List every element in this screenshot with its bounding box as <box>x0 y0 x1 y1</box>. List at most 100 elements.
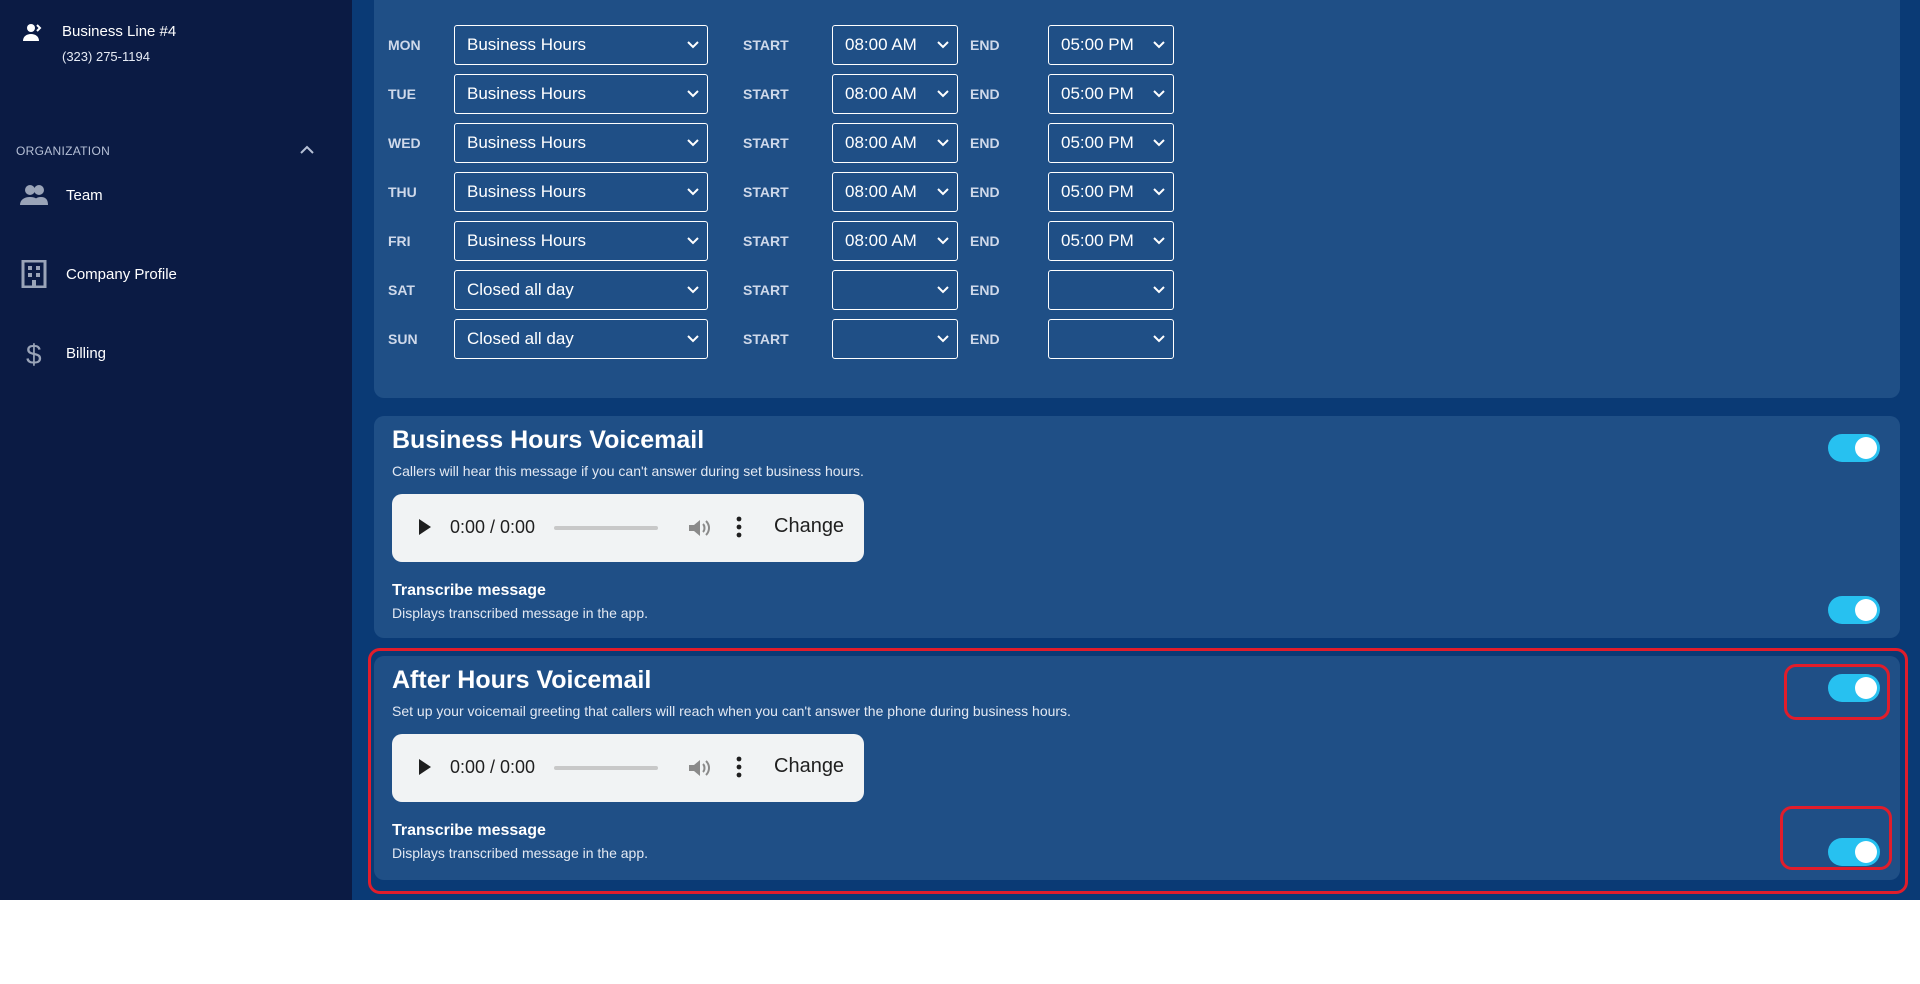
schedule-row: FRI Business Hours START 08:00 AM END 05:00 P… <box>374 221 1900 261</box>
toggle-knob <box>1855 599 1877 621</box>
organization-section-header[interactable]: ORGANIZATION <box>16 142 316 162</box>
team-icon <box>20 185 48 205</box>
business-transcribe-toggle[interactable] <box>1828 596 1880 624</box>
hours-type-select-wed[interactable]: Business Hours <box>454 123 708 163</box>
select-value: Closed all day <box>467 280 574 299</box>
toggle-knob <box>1855 437 1877 459</box>
start-label: START <box>743 233 789 249</box>
start-time-select-wed[interactable]: 08:00 AM <box>832 123 958 163</box>
chevron-down-icon <box>687 188 699 196</box>
sidebar-item-company-profile[interactable]: Company Profile <box>20 256 330 296</box>
chevron-down-icon <box>937 188 949 196</box>
start-time-select-fri[interactable]: 08:00 AM <box>832 221 958 261</box>
schedule-row: SUN Closed all day START END <box>374 319 1900 359</box>
chevron-down-icon <box>937 41 949 49</box>
select-value: 05:00 PM <box>1061 133 1134 152</box>
more-options-icon[interactable] <box>736 516 742 538</box>
chevron-down-icon <box>937 335 949 343</box>
select-value: 05:00 PM <box>1061 84 1134 103</box>
player-progress-bar[interactable] <box>554 526 658 530</box>
organization-label: ORGANIZATION <box>16 144 111 158</box>
player-time: 0:00 / 0:00 <box>450 517 536 537</box>
user-switch-icon <box>23 24 42 41</box>
start-time-select-sun[interactable] <box>832 319 958 359</box>
play-icon[interactable] <box>418 518 432 536</box>
card-subtitle: Callers will hear this message if you ca… <box>392 463 864 479</box>
select-value: 08:00 AM <box>845 35 917 54</box>
end-time-select-mon[interactable]: 05:00 PM <box>1048 25 1174 65</box>
start-time-select-sat[interactable] <box>832 270 958 310</box>
start-label: START <box>743 135 789 151</box>
day-label: MON <box>388 37 421 53</box>
select-value: 05:00 PM <box>1061 182 1134 201</box>
start-label: START <box>743 282 789 298</box>
select-value: Business Hours <box>467 84 587 103</box>
end-label: END <box>970 282 1000 298</box>
hours-type-select-sat[interactable]: Closed all day <box>454 270 708 310</box>
schedule-row: WED Business Hours START 08:00 AM END 05:00 P… <box>374 123 1900 163</box>
building-icon <box>21 260 47 288</box>
day-label: FRI <box>388 233 411 249</box>
select-value: Business Hours <box>467 182 587 201</box>
schedule-row: THU Business Hours START 08:00 AM END 05:00 P… <box>374 172 1900 212</box>
select-value: Business Hours <box>467 133 587 152</box>
chevron-down-icon <box>687 286 699 294</box>
chevron-down-icon <box>687 237 699 245</box>
start-time-select-mon[interactable]: 08:00 AM <box>832 25 958 65</box>
start-label: START <box>743 184 789 200</box>
select-value: 08:00 AM <box>845 84 917 103</box>
chevron-down-icon <box>937 139 949 147</box>
day-label: TUE <box>388 86 416 102</box>
end-label: END <box>970 331 1000 347</box>
chevron-down-icon <box>687 41 699 49</box>
chevron-down-icon <box>937 90 949 98</box>
dollar-icon: $ <box>26 339 42 367</box>
highlight-transcribe-toggle <box>1780 806 1892 870</box>
start-label: START <box>743 331 789 347</box>
hours-type-select-thu[interactable]: Business Hours <box>454 172 708 212</box>
sidebar: Business Line #4 (323) 275-1194 ORGANIZA… <box>0 0 352 900</box>
change-greeting-button[interactable]: Change <box>774 515 844 538</box>
select-value: 08:00 AM <box>845 133 917 152</box>
select-value: 08:00 AM <box>845 231 917 250</box>
day-label: WED <box>388 135 421 151</box>
sidebar-item-label: Billing <box>66 345 107 362</box>
select-value: 08:00 AM <box>845 182 917 201</box>
start-time-select-thu[interactable]: 08:00 AM <box>832 172 958 212</box>
chevron-down-icon <box>1153 335 1165 343</box>
hours-type-select-sun[interactable]: Closed all day <box>454 319 708 359</box>
sidebar-item-billing[interactable]: $ Billing <box>20 335 330 375</box>
svg-text:$: $ <box>26 339 42 367</box>
end-time-select-sat[interactable] <box>1048 270 1174 310</box>
transcribe-subtitle: Displays transcribed message in the app. <box>392 605 649 621</box>
sidebar-item-team[interactable]: Team <box>20 177 330 217</box>
schedule-row: TUE Business Hours START 08:00 AM END 05:00 P… <box>374 74 1900 114</box>
hours-type-select-mon[interactable]: Business Hours <box>454 25 708 65</box>
end-time-select-wed[interactable]: 05:00 PM <box>1048 123 1174 163</box>
chevron-up-icon <box>300 145 314 154</box>
select-value: Business Hours <box>467 231 587 250</box>
end-time-select-thu[interactable]: 05:00 PM <box>1048 172 1174 212</box>
highlight-voicemail-toggle <box>1784 664 1890 720</box>
start-label: START <box>743 37 789 53</box>
line-number: (323) 275-1194 <box>62 49 150 64</box>
end-time-select-sun[interactable] <box>1048 319 1174 359</box>
start-time-select-tue[interactable]: 08:00 AM <box>832 74 958 114</box>
end-time-select-tue[interactable]: 05:00 PM <box>1048 74 1174 114</box>
end-label: END <box>970 37 1000 53</box>
end-label: END <box>970 233 1000 249</box>
hours-type-select-tue[interactable]: Business Hours <box>454 74 708 114</box>
chevron-down-icon <box>687 139 699 147</box>
chevron-down-icon <box>1153 237 1165 245</box>
start-label: START <box>743 86 789 102</box>
day-label: SUN <box>388 331 418 347</box>
business-voicemail-toggle[interactable] <box>1828 434 1880 462</box>
volume-icon[interactable] <box>688 518 710 538</box>
highlight-after-hours-section <box>368 648 1908 894</box>
end-time-select-fri[interactable]: 05:00 PM <box>1048 221 1174 261</box>
hours-type-select-fri[interactable]: Business Hours <box>454 221 708 261</box>
audio-player: 0:00 / 0:00 Change <box>392 494 864 562</box>
chevron-down-icon <box>687 335 699 343</box>
chevron-down-icon <box>1153 41 1165 49</box>
transcribe-title: Transcribe message <box>392 582 546 599</box>
